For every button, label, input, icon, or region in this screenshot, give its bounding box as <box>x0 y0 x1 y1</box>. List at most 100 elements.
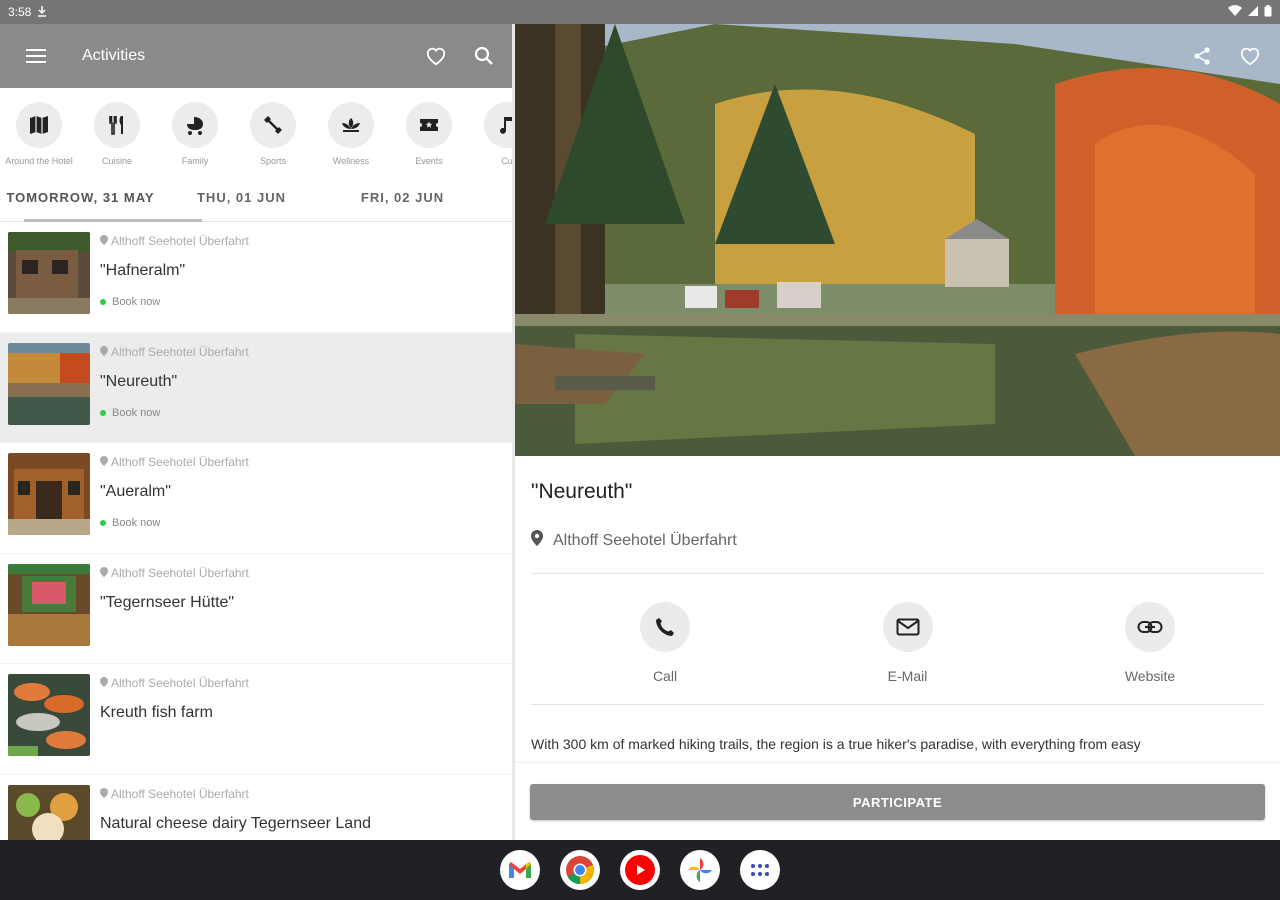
music-icon <box>484 102 512 148</box>
list-item-selected[interactable]: Althoff Seehotel Überfahrt "Neureuth" Bo… <box>0 332 512 443</box>
activities-list-pane: Activities Around the Hotel Cuisine Fami… <box>0 24 512 840</box>
wifi-icon <box>1228 4 1242 20</box>
call-label: Call <box>652 668 678 684</box>
hero-image <box>515 24 1280 456</box>
book-label: Book now <box>112 406 161 419</box>
photos-icon[interactable] <box>680 850 720 890</box>
location-pin-icon <box>100 566 108 580</box>
item-location-label: Althoff Seehotel Überfahrt <box>111 455 249 469</box>
gmail-icon[interactable] <box>500 850 540 890</box>
share-icon[interactable] <box>1190 44 1214 68</box>
activity-thumbnail <box>8 784 90 840</box>
category-cuisine[interactable]: Cuisine <box>78 102 156 174</box>
chrome-icon[interactable] <box>560 850 600 890</box>
category-label: Cuisine <box>101 156 132 166</box>
item-location: Althoff Seehotel Überfahrt <box>100 455 249 469</box>
activity-thumbnail <box>8 674 90 756</box>
email-label: E-Mail <box>887 668 928 684</box>
location-pin-icon <box>100 345 108 359</box>
detail-title: "Neureuth" <box>531 480 633 503</box>
status-time: 3:58 <box>8 5 32 19</box>
activity-thumbnail <box>8 342 90 425</box>
item-location: Althoff Seehotel Überfahrt <box>100 787 371 801</box>
item-location: Althoff Seehotel Überfahrt <box>100 345 249 359</box>
list-item[interactable]: Althoff Seehotel Überfahrt "Tegernseer H… <box>0 554 512 664</box>
favorite-detail-icon[interactable] <box>1238 44 1262 68</box>
item-location-label: Althoff Seehotel Überfahrt <box>111 344 249 359</box>
available-dot <box>100 409 106 416</box>
item-name: "Tegernseer Hütte" <box>100 593 235 611</box>
description: With 300 km of marked hiking trails, the… <box>531 736 1141 752</box>
category-label: Family <box>181 156 209 166</box>
category-sports[interactable]: Sports <box>234 102 312 174</box>
book-status: Book now <box>100 517 249 529</box>
activity-detail-pane: "Neureuth" Althoff Seehotel Überfahrt Ca… <box>515 24 1280 840</box>
location-pin-icon <box>100 787 108 801</box>
activity-thumbnail <box>8 453 90 535</box>
tab-tomorrow[interactable]: TOMORROW, 31 MAY <box>0 174 161 221</box>
call-button[interactable]: Call <box>625 602 705 684</box>
item-name: Natural cheese dairy Tegernseer Land <box>100 814 371 832</box>
item-location: Althoff Seehotel Überfahrt <box>100 676 249 690</box>
date-tabs: TOMORROW, 31 MAY THU, 01 JUN FRI, 02 JUN <box>0 174 512 222</box>
activity-thumbnail <box>8 232 90 314</box>
item-location: Althoff Seehotel Überfahrt <box>100 566 249 580</box>
tab-fri[interactable]: FRI, 02 JUN <box>322 174 483 221</box>
item-name: "Aueralm" <box>100 483 171 500</box>
item-location-label: Althoff Seehotel Überfahrt <box>111 565 249 580</box>
mail-icon <box>882 602 933 652</box>
location-pin-icon <box>100 234 108 248</box>
taskbar <box>0 840 1280 900</box>
available-dot <box>100 520 106 526</box>
youtube-icon[interactable] <box>620 850 660 890</box>
detail-location-label: Althoff Seehotel Überfahrt <box>553 531 737 549</box>
website-label: Website <box>1124 668 1176 684</box>
activity-list: Althoff Seehotel Überfahrt "Hafneralm" B… <box>0 222 512 840</box>
book-status: Book now <box>100 407 249 419</box>
favorite-icon[interactable] <box>424 44 448 68</box>
category-family[interactable]: Family <box>156 102 234 174</box>
category-events[interactable]: Events <box>390 102 468 174</box>
list-item[interactable]: Althoff Seehotel Überfahrt "Hafneralm" B… <box>0 222 512 333</box>
location-pin-icon <box>100 455 108 469</box>
category-label: Wellness <box>332 156 370 166</box>
status-bar: 3:58 <box>0 0 1280 24</box>
book-label: Book now <box>112 296 161 308</box>
category-label: Events <box>415 156 443 166</box>
page-title: Activities <box>82 47 146 64</box>
search-icon[interactable] <box>472 44 496 68</box>
list-item[interactable]: Althoff Seehotel Überfahrt "Aueralm" Boo… <box>0 443 512 554</box>
menu-icon[interactable] <box>24 44 48 68</box>
tab-thu[interactable]: THU, 01 JUN <box>161 174 322 221</box>
dumbbell-icon <box>250 102 296 148</box>
category-wellness[interactable]: Wellness <box>312 102 390 174</box>
category-culture[interactable]: Cu <box>468 102 512 174</box>
available-dot <box>100 299 106 305</box>
phone-icon <box>640 602 690 652</box>
list-item[interactable]: Althoff Seehotel Überfahrt Natural chees… <box>0 775 512 840</box>
item-name: Kreuth fish farm <box>100 704 213 721</box>
category-label: Sports <box>259 156 286 166</box>
category-around-hotel[interactable]: Around the Hotel <box>0 102 78 174</box>
email-button[interactable]: E-Mail <box>868 602 948 684</box>
category-strip: Around the Hotel Cuisine Family Sports W… <box>0 88 512 174</box>
app-bar: Activities <box>0 24 512 88</box>
contact-actions: Call E-Mail Website <box>531 574 1264 704</box>
book-status: Book now <box>100 296 249 308</box>
book-label: Book now <box>112 517 161 529</box>
link-icon <box>1125 602 1175 652</box>
item-name: "Neureuth" <box>100 372 178 390</box>
stroller-icon <box>172 102 218 148</box>
participate-button[interactable]: PARTICIPATE <box>530 784 1265 820</box>
item-location-label: Althoff Seehotel Überfahrt <box>111 786 249 801</box>
location-pin-icon <box>100 676 108 690</box>
location-pin-icon <box>531 530 543 551</box>
list-item[interactable]: Althoff Seehotel Überfahrt Kreuth fish f… <box>0 664 512 775</box>
item-location: Althoff Seehotel Überfahrt <box>100 234 249 248</box>
app-launcher-icon[interactable] <box>740 850 780 890</box>
website-button[interactable]: Website <box>1110 602 1190 684</box>
item-location-label: Althoff Seehotel Überfahrt <box>111 234 249 248</box>
tab-indicator <box>24 219 202 222</box>
activity-thumbnail <box>8 563 90 646</box>
ticket-icon <box>406 102 452 148</box>
